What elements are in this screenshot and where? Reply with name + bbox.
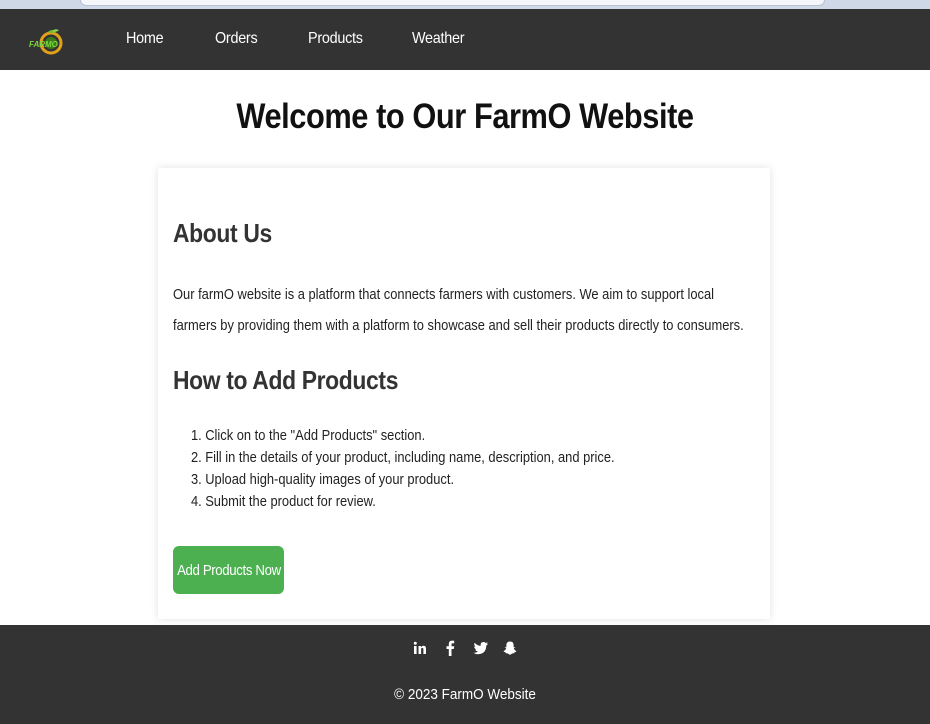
footer: © 2023 FarmO Website [0, 625, 930, 724]
linkedin-icon[interactable] [412, 637, 428, 659]
add-products-button[interactable]: Add Products Now [173, 546, 284, 594]
farmo-logo[interactable]: FARMO [28, 28, 64, 56]
nav-link-products[interactable]: Products [308, 30, 363, 48]
step-item: 3. Upload high-quality images of your pro… [190, 471, 455, 488]
page-title: Welcome to Our FarmO Website [236, 97, 694, 136]
logo-text: FARMO [29, 40, 59, 49]
nav-link-orders[interactable]: Orders [215, 30, 258, 48]
nav-link-home[interactable]: Home [126, 30, 164, 48]
about-heading: About Us [173, 218, 272, 248]
step-text: Upload high-quality images of your produ… [205, 471, 455, 488]
step-text: Fill in the details of your product, inc… [205, 449, 615, 466]
snapchat-icon[interactable] [502, 637, 518, 659]
nav-link-weather[interactable]: Weather [412, 30, 465, 48]
about-text: Our farmO website is a platform that con… [173, 286, 744, 334]
top-navbar: FARMO Home Orders Products Weather [0, 9, 930, 70]
step-item: 4. Submit the product for review. [190, 493, 376, 510]
step-text: Submit the product for review. [205, 493, 376, 510]
social-links [0, 637, 930, 659]
step-text: Click on to the "Add Products" section. [205, 427, 426, 444]
browser-chrome-strip [0, 0, 930, 9]
step-item: 2. Fill in the details of your product, i… [190, 449, 615, 466]
twitter-icon[interactable] [472, 637, 488, 659]
copyright-text: © 2023 FarmO Website [394, 686, 536, 703]
facebook-icon[interactable] [442, 637, 458, 659]
steps-list: 1. Click on to the "Add Products" section… [188, 425, 635, 513]
step-item: 1. Click on to the "Add Products" section… [190, 427, 426, 444]
howto-heading: How to Add Products [173, 365, 399, 395]
add-products-button-label: Add Products Now [176, 561, 281, 579]
address-bar[interactable] [80, 0, 825, 6]
